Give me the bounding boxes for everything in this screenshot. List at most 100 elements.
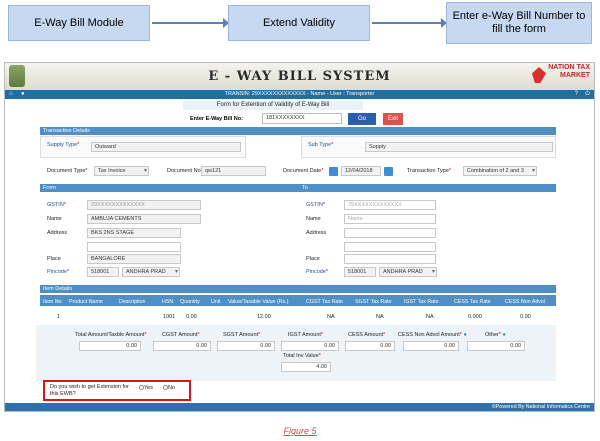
col-value: Value/Taxable Value (Rs.)	[228, 299, 289, 305]
flow-step-3-label: Enter e-Way Bill Number to fill the form	[452, 10, 586, 35]
total-inv-field: 4.00	[281, 362, 331, 372]
igst-amount-field: 0.00	[281, 341, 339, 351]
to-place-field[interactable]	[344, 254, 436, 264]
sgst-amount-label: SGST Amount*	[223, 332, 261, 338]
col-sgst-rate: SGST Tax Rate	[355, 299, 392, 305]
supply-type-label: Supply Type*	[47, 142, 80, 148]
from-header: From	[40, 184, 299, 192]
from-pincode-label: Pincode*	[47, 269, 70, 275]
supply-type-field[interactable]: Outward	[91, 142, 241, 152]
to-gstin-label: GSTIN*	[306, 202, 325, 208]
transaction-details-header: Transaction Details	[40, 127, 556, 135]
to-header: To	[299, 184, 556, 192]
col-quantity: Quantity	[180, 299, 200, 305]
from-gstin-label: GSTIN*	[47, 202, 66, 208]
from-pincode-field[interactable]: 518001	[87, 267, 119, 277]
cgst-amount-label: CGST Amount*	[162, 332, 200, 338]
from-name-label: Name	[47, 216, 62, 222]
flow-step-eway-bill-module: E-Way Bill Module	[8, 5, 150, 41]
form-title: Form for Extention of Validity of E-Way …	[183, 101, 363, 110]
ewb-number-input[interactable]: 181XXXXXXXX	[262, 113, 342, 124]
doc-type-select[interactable]: Tax Invoice	[94, 166, 149, 176]
to-name-label: Name	[306, 216, 321, 222]
doc-no-field[interactable]: qw121	[201, 166, 266, 176]
cell-cess-non-advol: 0.00	[520, 314, 531, 320]
flow-arrow-1	[152, 18, 229, 28]
from-address-line1[interactable]: BKS 2NS STAGE	[87, 228, 181, 238]
to-pincode-field[interactable]: 518001	[344, 267, 376, 277]
other-field: 0.00	[467, 341, 525, 351]
doc-date-field[interactable]: 12/04/2018	[341, 166, 381, 176]
ewb-screenshot: E - WAY BILL SYSTEM NATION TAX MARKET ⌂ …	[4, 62, 595, 412]
ewb-number-label: Enter E-Way Bill No:	[190, 116, 243, 122]
figure-caption: Figure 5	[283, 426, 317, 436]
flow-step-1-label: E-Way Bill Module	[34, 16, 124, 29]
exit-button[interactable]: Exit	[383, 113, 403, 125]
col-product-name: Product Name	[69, 299, 103, 305]
app-header: E - WAY BILL SYSTEM NATION TAX MARKET	[5, 63, 594, 90]
nation-tax-market-logo: NATION TAX MARKET	[530, 64, 590, 89]
extension-yes-option[interactable]: Yes	[139, 385, 153, 391]
to-name-field[interactable]: Name	[344, 214, 436, 224]
to-state-select[interactable]: ANDHRA PRAD	[379, 267, 437, 277]
sub-type-label: Sub Type*	[308, 142, 334, 148]
col-cess-rate: CESS Tax Rate	[454, 299, 491, 305]
doc-no-label: Document No*	[167, 168, 203, 174]
from-address-label: Address	[47, 230, 68, 236]
calendar-picker-icon[interactable]	[384, 167, 393, 176]
flow-step-enter-ewb-number: Enter e-Way Bill Number to fill the form	[446, 2, 592, 44]
col-hsn: HSN	[162, 299, 174, 305]
from-place-label: Place	[47, 256, 61, 262]
cell-igst-rate: NA	[426, 314, 434, 320]
cell-cess-rate: 0.000	[468, 314, 482, 320]
to-address-line2[interactable]	[344, 242, 436, 252]
flow-arrow-2	[372, 18, 447, 28]
cgst-amount-field: 0.00	[153, 341, 211, 351]
go-button[interactable]: Go	[348, 113, 376, 125]
sgst-amount-field: 0.00	[217, 341, 275, 351]
total-inv-label: Total Inv Value*	[283, 353, 321, 359]
col-igst-rate: IGST Tax Rate	[404, 299, 439, 305]
cess-non-advol-field: 0.00	[403, 341, 459, 351]
cell-quantity: 0.00	[186, 314, 197, 320]
page-footer: ©Powered By National Informatics Centre	[5, 403, 594, 411]
other-label: Other* ●	[485, 332, 506, 338]
col-item-no: Item No	[43, 299, 62, 305]
col-cgst-rate: CGST Tax Rate	[306, 299, 343, 305]
item-details-header: Item Details	[40, 285, 556, 293]
cess-non-advol-label: CESS Non Advol Amount* ●	[398, 332, 467, 338]
col-description: Description	[119, 299, 146, 305]
igst-amount-label: IGST Amount*	[288, 332, 324, 338]
from-place-field[interactable]: BANGALORE	[87, 254, 181, 264]
cess-amount-field: 0.00	[345, 341, 395, 351]
from-gstin-field[interactable]: 29XXXXXXXXXXXXX	[87, 200, 201, 210]
flow-step-extend-validity: Extend Validity	[228, 5, 370, 41]
from-name-field[interactable]: AMBUJA CEMENTS	[87, 214, 201, 224]
txn-type-select[interactable]: Combination of 2 and 3	[463, 166, 537, 176]
to-gstin-field[interactable]: 29XXXXXXXXXXXXX	[344, 200, 436, 210]
user-info: TRANSIN: 29XXXXXXXXXXXXX - Name - User :…	[224, 91, 375, 97]
to-pincode-label: Pincode*	[306, 269, 329, 275]
doc-date-label: Document Date*	[283, 168, 324, 174]
cell-item-no: 1	[57, 314, 61, 320]
cell-value: 12.00	[257, 314, 271, 320]
sub-type-field[interactable]: Supply	[365, 142, 553, 152]
calendar-icon[interactable]	[329, 167, 338, 176]
logo-mark-icon	[532, 67, 546, 83]
extension-question: Do you wish to get Extension for this EW…	[50, 384, 129, 397]
cell-hsn: 1001	[163, 314, 176, 320]
from-address-line2[interactable]	[87, 242, 181, 252]
flow-step-2-label: Extend Validity	[263, 16, 335, 29]
from-state-select[interactable]: ANDHRA PRAD	[122, 267, 180, 277]
txn-type-label: Transaction Type*	[407, 168, 452, 174]
logout-icon[interactable]: ⏻	[585, 91, 590, 98]
col-cess-non-advol: CESS Non Advol	[505, 299, 546, 305]
extension-no-option[interactable]: No	[163, 385, 175, 391]
cell-sgst-rate: NA	[376, 314, 384, 320]
doc-type-label: Document Type*	[47, 168, 88, 174]
to-address-line1[interactable]	[344, 228, 436, 238]
total-amount-label: Total Amount/Taxble Amount*	[75, 332, 147, 338]
system-title: E - WAY BILL SYSTEM	[208, 69, 391, 84]
help-icon[interactable]: ?	[575, 91, 578, 97]
powered-by-text: ©Powered By National Informatics Centre	[491, 404, 590, 410]
